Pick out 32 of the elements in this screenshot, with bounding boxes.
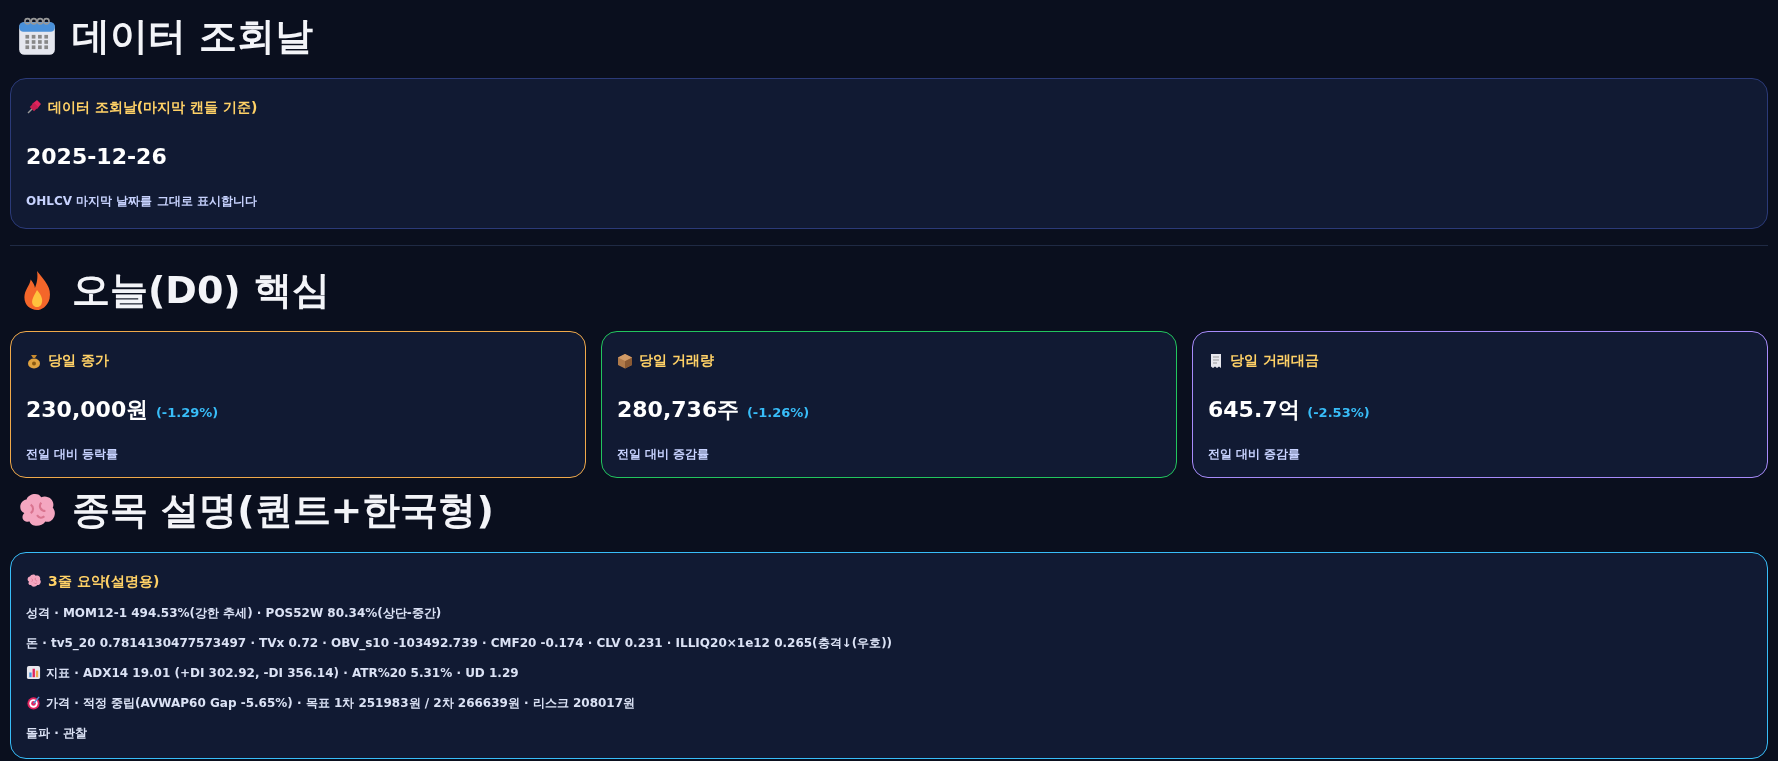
change-percent: (-2.53%) (1307, 405, 1370, 421)
card-title: 당일 거래대금 (1230, 351, 1319, 371)
bar-chart-icon (26, 665, 41, 681)
metric-value: 230,000원 (26, 397, 149, 423)
card-title: 데이터 조회날(마지막 캔들 기준) (48, 97, 258, 117)
card-note: 전일 대비 등락률 (26, 446, 120, 464)
summary-line: 가격 · 적정 중립(AVWAP60 Gap -5.65%) · 목표 1차 251983원 / 2차 266639원 · 리스크 208017원 (46, 694, 636, 712)
target-icon (26, 695, 41, 711)
money-bag-icon (26, 352, 42, 369)
metric-value: 280,736주 (617, 397, 740, 423)
card-note: OHLCV 마지막 날짜를 그대로 표시합니다 (26, 192, 258, 210)
section-heading: 데이터 조회날 (72, 14, 314, 60)
change-percent: (-1.26%) (746, 405, 810, 421)
section-heading: 종목 설명(퀀트+한국형) (72, 488, 494, 534)
summary-line: 돈 · tv5_20 0.7814130477573497 · TVx 0.72 · OBV_s10 -103492.739 · CMF20 -0.174 · CLV 0.231 · ILLIQ20×1e12 0.265(충격↓(우호)) (26, 634, 893, 652)
summary-line: 돌파 · 관찰 (26, 724, 87, 742)
date-value: 2025-12-26 (26, 145, 168, 168)
summary-line: 지표 · ADX14 19.01 (+DI 302.92, -DI 356.14) · ATR%20 5.31% · UD 1.29 (46, 664, 519, 682)
summary-line: 성격 · MOM12-1 494.53%(강한 추세) · POS52W 80.34%(상단-중간) (26, 604, 442, 622)
pin-icon (26, 99, 42, 116)
card-note: 전일 대비 증감률 (617, 446, 711, 464)
section-heading: 오늘(D0) 핵심 (72, 267, 330, 314)
change-percent: (-1.29%) (155, 405, 219, 421)
card-title: 당일 거래량 (639, 351, 714, 371)
metric-value: 645.7억 (1208, 397, 1300, 423)
card-note: 전일 대비 증감률 (1208, 446, 1302, 464)
brain-icon (26, 573, 42, 590)
card-title: 3줄 요약(설명용) (48, 571, 160, 591)
calendar-icon (16, 15, 58, 58)
package-icon (617, 352, 633, 369)
receipt-icon (1208, 352, 1224, 369)
card-title: 당일 종가 (48, 351, 109, 371)
